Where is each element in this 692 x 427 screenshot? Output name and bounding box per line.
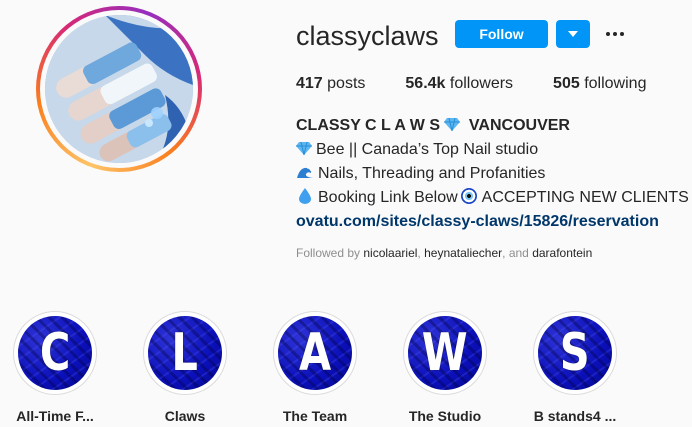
nazar-eye-icon [460,188,477,204]
following-stat[interactable]: 505 following [553,74,646,94]
highlight-letter: S [560,323,590,383]
wave-icon [297,167,313,178]
profile-avatar[interactable] [36,6,202,172]
bio-line-2-text: Nails, Threading and Profanities [318,165,546,182]
highlight-label: The Team [282,408,348,424]
bio-name: CLASSY C L A W S VANCOUVER [296,114,692,138]
highlight-letter: W [422,323,468,383]
followed-by-separator: , [417,246,421,260]
highlight-cover: A [278,316,352,390]
highlight-cover: C [18,316,92,390]
highlight-ring: C [13,311,97,395]
story-highlight[interactable]: C All-Time F... [11,311,99,425]
highlight-cover: S [538,316,612,390]
following-label: following [584,75,647,92]
bio-line-2: Nails, Threading and Profanities [296,162,692,186]
follow-button[interactable]: Follow [455,20,548,48]
profile-bio: CLASSY C L A W S VANCOUVER Bee || Canada… [296,114,692,234]
bio-line-3b-text: ACCEPTING NEW CLIENTS [481,189,689,206]
followed-by[interactable]: Followed by nicolaariel, heynataliecher,… [296,245,592,261]
highlight-label: The Studio [408,408,482,424]
bio-line-1: Bee || Canada’s Top Nail studio [296,138,692,162]
gem-icon [444,117,461,131]
more-options-icon[interactable] [603,22,627,46]
profile-username: classyclaws [296,21,439,51]
story-highlight[interactable]: W The Studio [401,311,489,425]
followed-by-and: , and [502,246,529,260]
followed-by-user[interactable]: darafontein [532,246,592,260]
bio-line-1-text: Bee || Canada’s Top Nail studio [316,141,539,158]
posts-count: 417 [296,75,323,92]
suggested-dropdown-button[interactable] [556,20,590,48]
followers-count: 56.4k [405,75,446,92]
highlight-ring: L [143,311,227,395]
bio-line-3a-text: Booking Link Below [318,189,458,206]
profile-stats: 417 posts 56.4k followers 505 following [296,74,686,94]
highlight-label: All-Time F... [16,408,94,424]
highlight-ring: S [533,311,617,395]
posts-stat: 417 posts [296,74,365,94]
bio-line-3: Booking Link Below ACCEPTING NEW CLIENTS [296,186,692,210]
highlight-cover: L [148,316,222,390]
following-count: 505 [553,75,580,92]
story-highlight[interactable]: A The Team [271,311,359,425]
story-highlight[interactable]: L Claws [141,311,229,425]
highlight-label: B stands4 ... [533,408,617,424]
bio-name-text: CLASSY C L A W S [296,117,441,134]
followed-by-user[interactable]: heynataliecher [424,246,502,260]
followers-stat[interactable]: 56.4k followers [405,74,513,94]
highlight-letter: L [171,323,199,383]
bio-link[interactable]: ovatu.com/sites/classy-claws/15826/reser… [296,210,692,234]
highlight-ring: W [403,311,487,395]
highlight-cover: W [408,316,482,390]
followers-label: followers [449,75,514,92]
highlight-label: Claws [164,408,206,424]
gem-icon [296,141,312,155]
followed-by-prefix: Followed by [296,246,361,260]
highlight-ring: A [273,311,357,395]
posts-label: posts [327,75,366,92]
story-highlight[interactable]: S B stands4 ... [531,311,619,425]
chevron-down-icon [568,31,578,37]
bio-location-text: VANCOUVER [468,117,570,134]
highlight-letter: C [39,323,71,383]
droplet-icon [299,188,311,204]
followed-by-user[interactable]: nicolaariel [363,246,417,260]
avatar-image [45,15,193,163]
highlight-letter: A [298,323,332,383]
